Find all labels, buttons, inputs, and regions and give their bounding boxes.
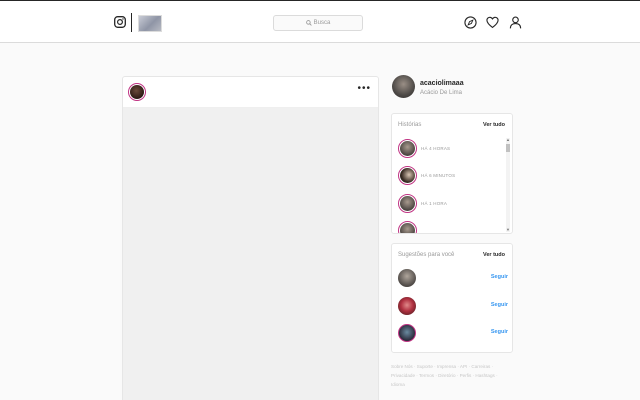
search-icon: [305, 20, 312, 26]
logo-wordmark-image[interactable]: [138, 15, 162, 32]
story-time: HÁ 4 HORAS: [421, 146, 451, 151]
more-options-icon[interactable]: •••: [357, 83, 371, 94]
suggestion-item: Seguir: [398, 297, 508, 319]
scroll-up-icon[interactable]: ▲: [506, 138, 510, 142]
current-user-full-name: Acácio De Lima: [420, 90, 463, 96]
story-item[interactable]: HÁ 6 MINUTOS: [398, 166, 502, 186]
suggestion-item: Seguir: [398, 324, 508, 346]
suggestion-item: Seguir: [398, 269, 508, 291]
story-time: HÁ 6 MINUTOS: [421, 173, 456, 178]
post-author-avatar[interactable]: [128, 83, 146, 101]
footer-line[interactable]: Idioma: [391, 380, 513, 389]
logo-divider: [131, 13, 132, 32]
scroll-down-icon[interactable]: ▼: [506, 228, 510, 232]
follow-button[interactable]: Seguir: [491, 329, 508, 335]
follow-button[interactable]: Seguir: [491, 274, 508, 280]
footer-line[interactable]: Sobre Nós · Suporte · Imprensa · API · C…: [391, 362, 513, 371]
suggestions-panel: Sugestões para você Ver tudo Seguir Segu…: [391, 243, 513, 353]
story-avatar: [398, 221, 417, 233]
scrollbar-thumb[interactable]: [506, 144, 510, 152]
top-navigation-bar: Busca: [0, 0, 640, 43]
story-item[interactable]: [398, 221, 502, 233]
stories-panel: Histórias Ver tudo HÁ 4 HORAS HÁ 6 MINUT…: [391, 113, 513, 234]
search-placeholder: Busca: [313, 20, 331, 26]
story-item[interactable]: HÁ 1 HORA: [398, 194, 502, 214]
compass-icon[interactable]: [464, 16, 477, 29]
suggestions-title: Sugestões para você: [398, 252, 455, 258]
stories-see-all-link[interactable]: Ver tudo: [483, 122, 505, 128]
footer-links: Sobre Nós · Suporte · Imprensa · API · C…: [391, 362, 513, 389]
feed-post: •••: [122, 76, 379, 400]
story-avatar: [398, 194, 417, 213]
suggestions-see-all-link[interactable]: Ver tudo: [483, 252, 505, 258]
current-user-username[interactable]: acaciolimaaa: [420, 80, 464, 87]
current-user-avatar[interactable]: [392, 75, 415, 98]
suggestion-avatar[interactable]: [398, 269, 416, 287]
story-item[interactable]: HÁ 4 HORAS: [398, 139, 502, 159]
heart-icon[interactable]: [486, 16, 499, 29]
footer-line[interactable]: Privacidade · Termos · Diretório · Perfi…: [391, 371, 513, 380]
post-header: •••: [123, 77, 378, 108]
stories-title: Histórias: [398, 122, 422, 128]
stories-scrollbar[interactable]: ▲ ▼: [506, 138, 510, 232]
follow-button[interactable]: Seguir: [491, 302, 508, 308]
story-avatar: [398, 139, 417, 158]
suggestion-avatar[interactable]: [398, 324, 416, 342]
profile-icon[interactable]: [509, 16, 522, 29]
post-media[interactable]: [123, 108, 378, 400]
story-time: HÁ 1 HORA: [421, 201, 448, 206]
suggestion-avatar[interactable]: [398, 297, 416, 315]
story-avatar: [398, 166, 417, 185]
search-input[interactable]: Busca: [273, 15, 363, 31]
instagram-logo-icon[interactable]: [114, 16, 126, 28]
